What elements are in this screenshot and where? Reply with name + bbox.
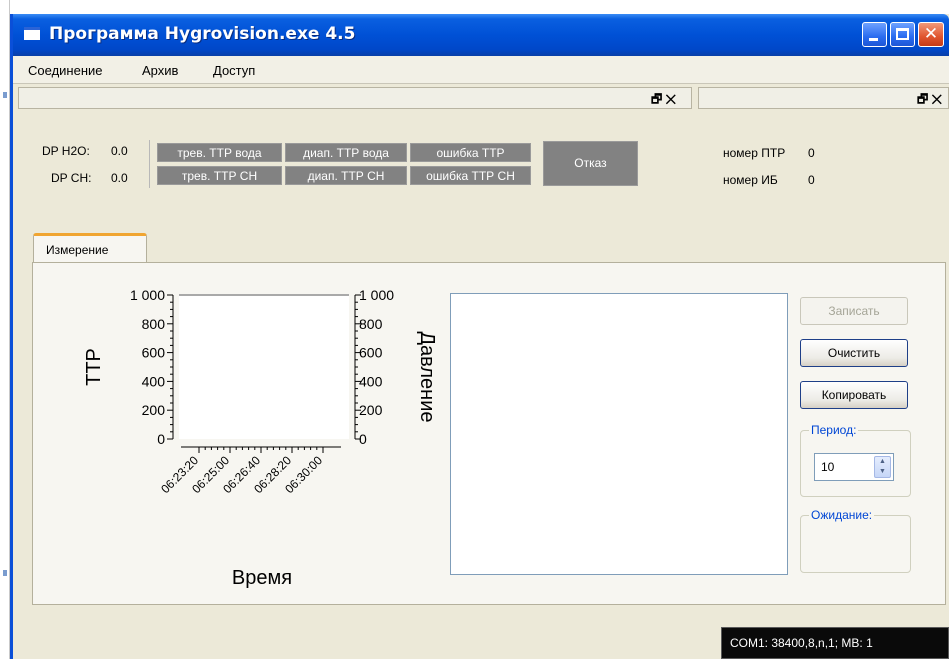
y-tick-label: 0 (157, 431, 165, 447)
menu-item-connection[interactable]: Соединение (28, 63, 103, 78)
menu-bar: Соединение Архив Доступ (13, 56, 949, 84)
tab-measurement[interactable]: Измерение (33, 233, 147, 264)
y-axis-title: ТТР (83, 348, 105, 386)
y2-tick-label: 200 (359, 402, 383, 418)
plot-area (179, 295, 349, 439)
alarm-ttr-ch-indicator: трев. ТТР СН (157, 166, 282, 185)
menu-item-access[interactable]: Доступ (213, 63, 255, 78)
close-button[interactable]: ✕ (918, 22, 944, 47)
edge-mark (3, 92, 7, 98)
log-textarea[interactable] (450, 293, 788, 575)
clear-button[interactable]: Очистить (800, 339, 908, 367)
y-tick-label: 400 (142, 373, 166, 389)
dock-right-float-close-controls[interactable]: 🗗 ✕ (917, 90, 942, 111)
dock-panel-left: 🗗 ✕ (18, 87, 692, 109)
maximize-button[interactable] (890, 22, 915, 47)
tab-measurement-label: Измерение (46, 243, 109, 257)
connection-status: COM1: 38400,8,n,1; MB: 1 (730, 636, 873, 650)
dp-h2o-value: 0.0 (111, 144, 128, 158)
copy-button[interactable]: Копировать (800, 381, 908, 409)
range-ttr-ch-indicator: диап. ТТР СН (285, 166, 407, 185)
y-tick-label: 800 (142, 316, 166, 332)
alarm-ttr-water-indicator: трев. ТТР вода (157, 143, 282, 162)
error-ttr-ch-indicator: ошибка ТТР СН (410, 166, 531, 185)
maximize-icon (896, 28, 909, 40)
dock-panel-right: 🗗 ✕ (698, 87, 949, 109)
y-tick-label: 600 (142, 345, 166, 361)
dp-ch-value: 0.0 (111, 171, 128, 185)
title-bar[interactable]: Программа Hygrovision.exe 4.5 ✕ (13, 14, 949, 56)
spin-arrows-icon[interactable]: ▲ ▼ (874, 456, 891, 478)
measurement-chart: 1 000 1 000800 800600 600400 400200 2000 006:2… (83, 287, 438, 589)
ptr-number-value: 0 (808, 146, 815, 160)
minimize-icon (869, 38, 878, 41)
y-tick-label: 1 000 (130, 287, 165, 303)
dp-h2o-label: DP H2O: (42, 144, 90, 158)
period-value: 10 (821, 460, 835, 474)
y2-axis-title: Давление (416, 332, 438, 423)
window-title: Программа Hygrovision.exe 4.5 (49, 24, 356, 44)
y2-tick-label: 1 000 (359, 287, 394, 303)
y2-tick-label: 400 (359, 373, 383, 389)
y-tick-label: 200 (142, 402, 166, 418)
fault-indicator: Отказ (543, 141, 638, 186)
range-ttr-water-indicator: диап. ТТР вода (285, 143, 407, 162)
dp-ch-label: DP CH: (51, 171, 92, 185)
waiting-group-label: Ожидание: (809, 508, 875, 522)
close-icon: ✕ (923, 24, 939, 44)
app-window: Программа Hygrovision.exe 4.5 ✕ Соединен… (10, 14, 949, 659)
period-group-label: Период: (809, 423, 859, 437)
y2-tick-label: 600 (359, 345, 383, 361)
status-bar: COM1: 38400,8,n,1; MB: 1 (721, 627, 949, 659)
waiting-group: Ожидание: (800, 508, 911, 573)
y2-tick-label: 800 (359, 316, 383, 332)
error-ttr-indicator: ошибка ТТР (410, 143, 531, 162)
x-axis-title: Время (232, 567, 292, 589)
divider (149, 140, 150, 188)
ptr-number-label: номер ПТР (723, 146, 786, 160)
menu-item-archive[interactable]: Архив (142, 63, 178, 78)
ib-number-value: 0 (808, 173, 815, 187)
dock-left-float-close-controls[interactable]: 🗗 ✕ (651, 90, 676, 111)
y2-tick-label: 0 (359, 431, 367, 447)
period-spinbox[interactable]: 10 ▲ ▼ (814, 453, 894, 481)
edge-mark (3, 570, 7, 576)
ib-number-label: номер ИБ (723, 173, 778, 187)
app-window-icon (24, 27, 40, 40)
write-button[interactable]: Записать (800, 297, 908, 325)
minimize-button[interactable] (862, 22, 887, 47)
desktop-left-edge (0, 0, 10, 659)
